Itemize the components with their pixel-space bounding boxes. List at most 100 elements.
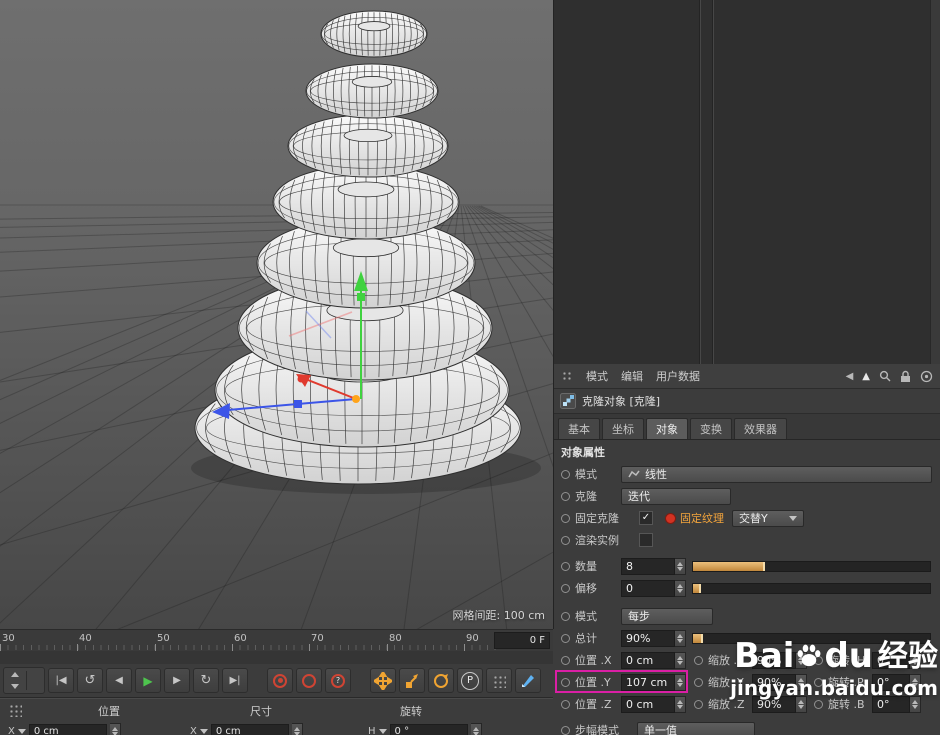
previous-frame-button[interactable]: ◀ xyxy=(106,668,132,693)
record-pla-button[interactable] xyxy=(486,668,512,693)
pos-z-stepper[interactable] xyxy=(675,696,686,713)
current-frame-field[interactable]: 0 F xyxy=(494,632,550,649)
loop-back-button[interactable]: ↺ xyxy=(77,668,103,693)
rot-h-value[interactable]: 0° xyxy=(872,652,910,669)
scale-z-stepper[interactable] xyxy=(796,696,807,713)
pos-x-stepper[interactable] xyxy=(675,652,686,669)
arrow-up-icon[interactable]: ▲ xyxy=(862,371,870,382)
scale-y-field[interactable]: 90% xyxy=(752,674,807,691)
keyframe-options-button[interactable]: ? xyxy=(325,668,351,693)
rot-b-field[interactable]: 0° xyxy=(872,696,921,713)
tab-object[interactable]: 对象 xyxy=(646,418,688,439)
total-slider[interactable] xyxy=(692,633,931,644)
count-value[interactable]: 8 xyxy=(621,558,675,575)
step-amount-dropdown[interactable]: 单一值 xyxy=(637,722,755,735)
scale-icon xyxy=(403,672,421,690)
lock-icon[interactable] xyxy=(900,370,911,383)
panel-menu-icon[interactable] xyxy=(561,370,573,382)
step-mode-dropdown[interactable]: 每步 xyxy=(621,608,713,625)
record-scale-button[interactable] xyxy=(399,668,425,693)
record-rotation-button[interactable] xyxy=(428,668,454,693)
count-stepper[interactable] xyxy=(675,558,686,575)
axis-gizmo[interactable] xyxy=(0,0,553,629)
menu-edit[interactable]: 编辑 xyxy=(621,368,643,384)
scale-z-field[interactable]: 90% xyxy=(752,696,807,713)
offset-field[interactable]: 0 xyxy=(621,580,686,597)
rot-b-stepper[interactable] xyxy=(910,696,921,713)
target-icon[interactable] xyxy=(920,370,933,383)
loop-button[interactable]: ↻ xyxy=(193,668,219,693)
row-fix-clone: 固定克隆 ✓ 固定纹理 交替Y xyxy=(554,507,940,529)
record-parameter-button[interactable]: P xyxy=(457,668,483,693)
menu-userdata[interactable]: 用户数据 xyxy=(656,368,700,384)
offset-value[interactable]: 0 xyxy=(621,580,675,597)
search-icon[interactable] xyxy=(879,370,891,382)
pos-y-value[interactable]: 107 cm xyxy=(621,674,675,691)
pos-y-field[interactable]: 107 cm xyxy=(621,674,686,691)
scale-x-value[interactable]: 90% xyxy=(752,652,796,669)
next-frame-button[interactable]: ▶ xyxy=(164,668,190,693)
anim-dot-icon xyxy=(561,700,570,709)
record-dot-icon[interactable] xyxy=(665,513,676,524)
history-back-icon[interactable]: ◀ xyxy=(846,371,854,382)
rotation-h-field[interactable]: 0 ° xyxy=(390,724,468,735)
pos-z-value[interactable]: 0 cm xyxy=(621,696,675,713)
object-manager-panel[interactable] xyxy=(554,0,940,365)
timeline-tick: 30 xyxy=(2,633,15,644)
position-x-stepper[interactable] xyxy=(110,723,121,735)
pos-x-field[interactable]: 0 cm xyxy=(621,652,686,669)
viewport-3d[interactable]: 网格间距: 100 cm xyxy=(0,0,554,629)
mode-dropdown[interactable]: 线性 xyxy=(621,466,932,483)
menu-mode[interactable]: 模式 xyxy=(586,368,608,384)
total-field[interactable]: 90% xyxy=(621,630,686,647)
rot-h-stepper[interactable] xyxy=(910,652,921,669)
clones-dropdown[interactable]: 迭代 xyxy=(621,488,731,505)
rot-p-value[interactable]: 0° xyxy=(872,674,910,691)
play-button[interactable]: ▶ xyxy=(135,668,161,693)
chevron-down-icon[interactable] xyxy=(18,729,26,734)
goto-end-button[interactable]: ▶| xyxy=(222,668,248,693)
timeline: 30 40 50 60 70 80 90 0 F xyxy=(0,629,553,652)
tab-coordinates[interactable]: 坐标 xyxy=(602,418,644,439)
pos-x-value[interactable]: 0 cm xyxy=(621,652,675,669)
position-x-field[interactable]: 0 cm xyxy=(29,724,107,735)
render-instance-checkbox[interactable] xyxy=(639,533,653,547)
record-position-button[interactable] xyxy=(370,668,396,693)
offset-slider[interactable] xyxy=(692,583,931,594)
goto-start-button[interactable]: |◀ xyxy=(48,668,74,693)
rot-b-value[interactable]: 0° xyxy=(872,696,910,713)
keyframe-selection-pen-button[interactable] xyxy=(515,668,541,693)
pos-z-field[interactable]: 0 cm xyxy=(621,696,686,713)
chevron-down-icon[interactable] xyxy=(200,729,208,734)
rotation-h-stepper[interactable] xyxy=(471,723,482,735)
fix-clone-checkbox[interactable]: ✓ xyxy=(639,511,653,525)
count-field[interactable]: 8 xyxy=(621,558,686,575)
record-keyframe-button[interactable] xyxy=(267,668,293,693)
tab-transform[interactable]: 变换 xyxy=(690,418,732,439)
size-x-field[interactable]: 0 cm xyxy=(211,724,289,735)
timeline-ruler[interactable]: 30 40 50 60 70 80 90 xyxy=(0,630,496,651)
count-slider[interactable] xyxy=(692,561,931,572)
total-stepper[interactable] xyxy=(675,630,686,647)
size-x-stepper[interactable] xyxy=(292,723,303,735)
rot-p-stepper[interactable] xyxy=(910,674,921,691)
timeline-tick: 70 xyxy=(311,633,324,644)
scale-x-stepper[interactable] xyxy=(796,652,807,669)
rot-p-field[interactable]: 0° xyxy=(872,674,921,691)
chevron-down-icon[interactable] xyxy=(379,729,387,734)
frame-stepper[interactable] xyxy=(3,667,45,694)
scale-x-field[interactable]: 90% xyxy=(752,652,807,669)
vertical-scrollbar[interactable] xyxy=(930,0,940,364)
tab-basic[interactable]: 基本 xyxy=(558,418,600,439)
scale-y-value[interactable]: 90% xyxy=(752,674,796,691)
fix-texture-dropdown[interactable]: 交替Y xyxy=(732,510,804,527)
coord-header-size: 尺寸 xyxy=(250,703,272,719)
scale-z-value[interactable]: 90% xyxy=(752,696,796,713)
offset-stepper[interactable] xyxy=(675,580,686,597)
tab-effectors[interactable]: 效果器 xyxy=(734,418,787,439)
pos-y-stepper[interactable] xyxy=(675,674,686,691)
autokey-button[interactable] xyxy=(296,668,322,693)
scale-y-stepper[interactable] xyxy=(796,674,807,691)
total-value[interactable]: 90% xyxy=(621,630,675,647)
rot-h-field[interactable]: 0° xyxy=(872,652,921,669)
